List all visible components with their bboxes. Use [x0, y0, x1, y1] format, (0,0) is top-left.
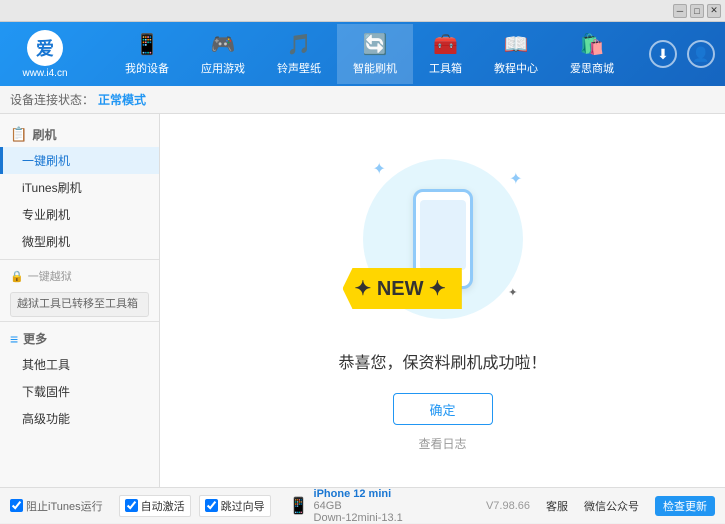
- nav-items: 📱 我的设备 🎮 应用游戏 🎵 铃声壁纸 🔄 智能刷机 🧰 工具箱 📖 教程中心…: [90, 24, 649, 84]
- nav-item-4[interactable]: 🧰 工具箱: [413, 24, 478, 84]
- sidebar-label-mini: 微型刷机: [22, 235, 70, 249]
- nav-bar: 爱 www.i4.cn 📱 我的设备 🎮 应用游戏 🎵 铃声壁纸 🔄 智能刷机 …: [0, 22, 725, 86]
- device-name: iPhone 12 mini: [314, 488, 403, 500]
- nav-label-4: 工具箱: [429, 60, 462, 76]
- nav-item-1[interactable]: 🎮 应用游戏: [185, 24, 261, 84]
- new-ribbon: ✦ NEW ✦: [343, 268, 462, 309]
- sidebar: 📋 刷机 一键刷机 iTunes刷机 专业刷机 微型刷机 🔒 一键越狱 越狱工具…: [0, 114, 160, 487]
- sidebar-item-pro[interactable]: 专业刷机: [0, 201, 159, 228]
- flash-icon: 🔄: [363, 32, 388, 57]
- sidebar-label-advanced: 高级功能: [22, 412, 70, 426]
- sidebar-item-mini[interactable]: 微型刷机: [0, 228, 159, 255]
- success-message: 恭喜您，保资料刷机成功啦！: [338, 349, 546, 373]
- view-log-link[interactable]: 查看日志: [418, 435, 466, 452]
- sidebar-section-more: ≡ 更多: [0, 326, 159, 351]
- skip-wizard-checkbox[interactable]: 跳过向导: [199, 495, 271, 517]
- logo-icon: 爱: [27, 30, 63, 66]
- download-button[interactable]: ⬇: [649, 40, 677, 68]
- nav-item-5[interactable]: 📖 教程中心: [478, 24, 554, 84]
- sidebar-notice: 越狱工具已转移至工具箱: [10, 292, 149, 317]
- bottom-left: 阻止iTunes运行 自动激活 跳过向导 📱 iPhone 12 mini 64…: [10, 488, 486, 524]
- device-version: Down-12mini-13.1: [314, 512, 403, 524]
- confirm-button[interactable]: 确定: [393, 393, 493, 425]
- sparkle-bottom-right: ✦: [508, 286, 517, 299]
- device-phone-icon: 📱: [289, 496, 309, 516]
- sidebar-item-onekey[interactable]: 一键刷机: [0, 147, 159, 174]
- status-value: 正常模式: [98, 91, 146, 108]
- device-icon: 📱: [135, 32, 160, 57]
- more-section-icon: ≡: [10, 331, 18, 347]
- content-area: ✦ NEW ✦ ✦ ✦ ✦ 恭喜您，保资料刷机成功啦！ 确定 查看日志: [160, 114, 725, 487]
- title-bar: ─ □ ✕: [0, 0, 725, 22]
- maximize-button[interactable]: □: [690, 4, 704, 18]
- toolbox-icon: 🧰: [433, 32, 458, 57]
- bottom-right: V7.98.66 客服 微信公众号 检查更新: [486, 496, 715, 516]
- success-illustration: ✦ NEW ✦ ✦ ✦ ✦: [353, 149, 533, 329]
- close-button[interactable]: ✕: [707, 4, 721, 18]
- nav-item-2[interactable]: 🎵 铃声壁纸: [261, 24, 337, 84]
- wechat-link[interactable]: 微信公众号: [584, 498, 639, 514]
- check-update-button[interactable]: 检查更新: [655, 496, 715, 516]
- status-bar: 设备连接状态： 正常模式: [0, 86, 725, 114]
- nav-label-3: 智能刷机: [353, 60, 397, 76]
- games-icon: 🎮: [211, 32, 236, 57]
- logo-url: www.i4.cn: [22, 68, 67, 79]
- more-section-label: 更多: [23, 330, 47, 347]
- nav-label-6: 爱思商城: [570, 60, 614, 76]
- nav-right: ⬇ 👤: [649, 40, 715, 68]
- auto-activate-label: 自动激活: [141, 498, 185, 514]
- sparkle-top-left: ✦: [373, 159, 386, 179]
- nav-label-5: 教程中心: [494, 60, 538, 76]
- device-storage: 64GB: [314, 500, 403, 512]
- nav-item-0[interactable]: 📱 我的设备: [109, 24, 185, 84]
- minimize-button[interactable]: ─: [673, 4, 687, 18]
- notice-text: 越狱工具已转移至工具箱: [17, 298, 138, 310]
- ringtone-icon: 🎵: [287, 32, 312, 57]
- lock-icon: 🔒: [10, 270, 24, 283]
- main-area: 📋 刷机 一键刷机 iTunes刷机 专业刷机 微型刷机 🔒 一键越狱 越狱工具…: [0, 114, 725, 487]
- sidebar-section-flash: 📋 刷机: [0, 122, 159, 147]
- jailbreak-label: 一键越狱: [28, 268, 72, 284]
- sidebar-label-other: 其他工具: [22, 358, 70, 372]
- sparkle-top-right: ✦: [509, 169, 522, 189]
- divider-1: [0, 259, 159, 260]
- stop-itunes-label: 阻止iTunes运行: [26, 498, 103, 514]
- stop-itunes-checkbox[interactable]: [10, 499, 23, 512]
- nav-label-2: 铃声壁纸: [277, 60, 321, 76]
- sidebar-label-onekey: 一键刷机: [22, 154, 70, 168]
- tutorial-icon: 📖: [504, 32, 529, 57]
- nav-item-3[interactable]: 🔄 智能刷机: [337, 24, 413, 84]
- sidebar-label-firmware: 下载固件: [22, 385, 70, 399]
- sidebar-item-advanced[interactable]: 高级功能: [0, 405, 159, 432]
- version-number: V7.98.66: [486, 500, 530, 512]
- phone-screen: [420, 200, 466, 270]
- sidebar-item-itunes[interactable]: iTunes刷机: [0, 174, 159, 201]
- bottom-bar: 阻止iTunes运行 自动激活 跳过向导 📱 iPhone 12 mini 64…: [0, 487, 725, 523]
- shop-icon: 🛍️: [580, 32, 605, 57]
- flash-section-label: 刷机: [32, 126, 56, 143]
- sidebar-label-pro: 专业刷机: [22, 208, 70, 222]
- sidebar-item-other-tools[interactable]: 其他工具: [0, 351, 159, 378]
- skip-wizard-label: 跳过向导: [221, 498, 265, 514]
- logo[interactable]: 爱 www.i4.cn: [10, 30, 80, 79]
- auto-activate-checkbox[interactable]: 自动激活: [119, 495, 191, 517]
- nav-label-0: 我的设备: [125, 60, 169, 76]
- device-info: 📱 iPhone 12 mini 64GB Down-12mini-13.1: [289, 488, 403, 524]
- sidebar-jailbreak-header: 🔒 一键越狱: [0, 264, 159, 288]
- nav-item-6[interactable]: 🛍️ 爱思商城: [554, 24, 630, 84]
- sidebar-label-itunes: iTunes刷机: [22, 181, 82, 195]
- status-label: 设备连接状态：: [10, 91, 94, 108]
- user-button[interactable]: 👤: [687, 40, 715, 68]
- divider-2: [0, 321, 159, 322]
- support-link[interactable]: 客服: [546, 498, 568, 514]
- flash-section-icon: 📋: [10, 126, 27, 143]
- stop-itunes-check[interactable]: 阻止iTunes运行: [10, 498, 103, 514]
- sidebar-item-firmware[interactable]: 下载固件: [0, 378, 159, 405]
- nav-label-1: 应用游戏: [201, 60, 245, 76]
- device-details: iPhone 12 mini 64GB Down-12mini-13.1: [314, 488, 403, 524]
